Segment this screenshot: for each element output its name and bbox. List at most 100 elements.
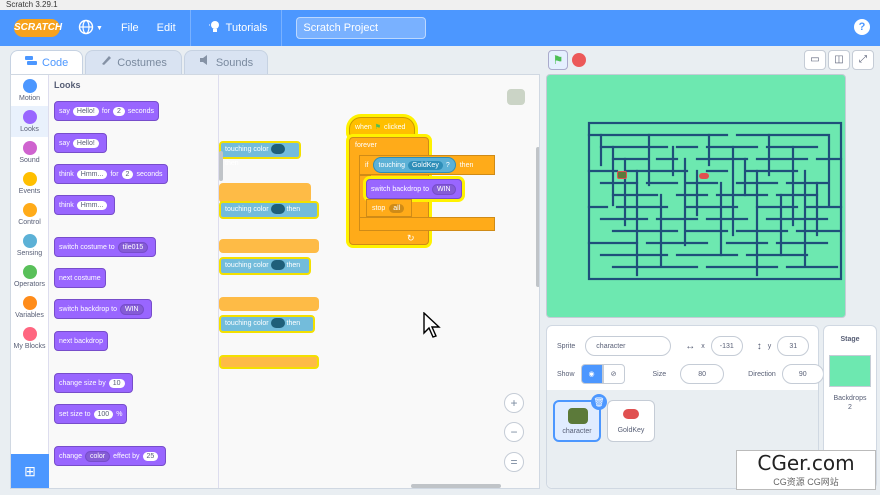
operators-dot-icon	[22, 265, 37, 279]
color-swatch[interactable]	[270, 260, 285, 271]
touching-block[interactable]: touching GoldKey ?	[372, 157, 456, 173]
code-icon	[25, 51, 37, 75]
next-costume-block[interactable]: next costume	[54, 268, 106, 288]
think-block[interactable]: think Hmm...	[54, 195, 116, 215]
delete-sprite-button[interactable]: 🗑	[591, 394, 607, 410]
zoom-reset-button[interactable]: =	[504, 452, 524, 472]
think-for-block[interactable]: think Hmm... for 2 seconds	[54, 164, 168, 184]
next-backdrop-block[interactable]: next backdrop	[54, 331, 108, 351]
block-input[interactable]: 10	[108, 378, 125, 388]
ghost-block[interactable]	[219, 355, 319, 369]
stage-canvas[interactable]	[546, 74, 846, 318]
switch-costume-block[interactable]: switch costume to tile015	[54, 237, 157, 257]
block-input[interactable]: 25	[142, 451, 159, 461]
size-input[interactable]: 80	[680, 364, 725, 384]
ghost-block[interactable]	[219, 183, 311, 203]
stage-header: ⚑ ▭ ◫ ⤢	[546, 48, 880, 72]
switch-backdrop-block[interactable]: switch backdrop to WIN	[54, 299, 152, 319]
green-flag-button[interactable]: ⚑	[548, 50, 568, 70]
category-sound[interactable]: Sound	[11, 137, 48, 168]
switch-backdrop-block[interactable]: switch backdrop to WIN	[366, 179, 462, 199]
fullscreen-button[interactable]: ⤢	[852, 50, 874, 70]
zoom-out-icon: −	[510, 425, 518, 439]
file-menu[interactable]: File	[121, 22, 139, 34]
large-stage-button[interactable]: ◫	[828, 50, 850, 70]
zoom-out-button[interactable]: −	[504, 422, 524, 442]
effect-dropdown[interactable]: color	[84, 450, 111, 462]
block-text: then	[286, 320, 301, 327]
block-text: next backdrop	[59, 337, 103, 345]
small-stage-button[interactable]: ▭	[804, 50, 826, 70]
category-label: Control	[18, 219, 41, 226]
palette-scrollbar[interactable]	[219, 151, 223, 181]
category-motion[interactable]: Motion	[11, 75, 48, 106]
edit-menu[interactable]: Edit	[157, 22, 176, 34]
category-operators[interactable]: Operators	[11, 261, 48, 292]
tutorials-label: Tutorials	[225, 22, 268, 34]
sprite-thumb-character[interactable]: character 🗑	[553, 394, 607, 442]
category-variables[interactable]: Variables	[11, 292, 48, 323]
block-input[interactable]: Hmm...	[76, 200, 108, 210]
block-input[interactable]: Hmm...	[76, 169, 108, 179]
costume-dropdown[interactable]: tile015	[117, 241, 149, 253]
category-sensing[interactable]: Sensing	[11, 230, 48, 261]
zoom-in-button[interactable]: +	[504, 393, 524, 413]
sprite-thumb-goldkey[interactable]: GoldKey	[607, 400, 655, 442]
set-size-block[interactable]: set size to 100 %	[54, 404, 128, 424]
tab-sounds-label: Sounds	[215, 56, 254, 69]
scratch-logo[interactable]: SCRATCH	[14, 19, 62, 37]
stop-dropdown[interactable]: all	[389, 203, 405, 213]
block-input[interactable]: Hello!	[72, 138, 99, 148]
touching-dropdown[interactable]: GoldKey	[407, 160, 443, 170]
block-text: set size to	[59, 410, 91, 418]
mouse-cursor-icon	[423, 311, 441, 341]
category-events[interactable]: Events	[11, 168, 48, 199]
block-text: next costume	[59, 274, 101, 282]
stop-block[interactable]: stop all	[366, 199, 412, 217]
ghost-block[interactable]: touching color then	[219, 315, 315, 333]
category-my-blocks[interactable]: My Blocks	[11, 323, 48, 354]
y-input[interactable]: 31	[777, 336, 810, 356]
tab-sounds[interactable]: Sounds	[183, 50, 269, 74]
category-looks[interactable]: Looks	[11, 106, 48, 137]
workspace-horizontal-scrollbar[interactable]	[411, 484, 501, 488]
tab-costumes[interactable]: Costumes	[85, 50, 182, 74]
ghost-block[interactable]	[219, 239, 319, 253]
ghost-block[interactable]: touching color then	[219, 201, 319, 219]
block-input[interactable]: 100	[93, 409, 114, 419]
ghost-block[interactable]: touching color then	[219, 257, 311, 275]
color-swatch[interactable]	[270, 318, 285, 329]
show-hidden-button[interactable]: ⊘	[602, 364, 625, 384]
if-block[interactable]: if touching GoldKey ? then	[359, 155, 495, 175]
tutorials-button[interactable]: Tutorials	[208, 20, 268, 37]
block-input[interactable]: 2	[121, 169, 134, 179]
ghost-block[interactable]: touching color then	[219, 141, 301, 167]
say-block[interactable]: say Hello!	[54, 133, 107, 153]
x-input[interactable]: -131	[710, 336, 743, 356]
backdrop-dropdown[interactable]: WIN	[119, 303, 144, 315]
add-extension-button[interactable]: ⊞	[11, 454, 49, 488]
workspace-vertical-scrollbar[interactable]	[536, 147, 539, 287]
block-input[interactable]: 2	[112, 106, 125, 116]
category-control[interactable]: Control	[11, 199, 48, 230]
show-visible-button[interactable]: ◉	[580, 364, 603, 384]
project-title-input[interactable]: Scratch Project	[296, 17, 427, 39]
sprite-name-input[interactable]: character	[585, 336, 672, 356]
language-button[interactable]: ▼	[78, 19, 103, 38]
change-effect-block[interactable]: change color effect by 25	[54, 446, 167, 466]
change-size-block[interactable]: change size by 10	[54, 373, 133, 393]
when-flag-clicked-block[interactable]: when ⚑ clicked	[349, 117, 415, 137]
code-workspace[interactable]: Motion Looks Sound Events Control Sensin…	[10, 74, 540, 489]
ghost-block[interactable]	[219, 297, 319, 311]
color-swatch[interactable]	[270, 144, 285, 155]
tab-code[interactable]: Code	[10, 50, 84, 75]
sprite-name-row: Sprite character ↔ x -131 ↕ y 31	[557, 336, 810, 356]
stop-button[interactable]	[572, 53, 586, 67]
direction-input[interactable]: 90	[781, 364, 824, 384]
block-text: say	[59, 107, 70, 115]
color-swatch[interactable]	[270, 204, 285, 215]
block-input[interactable]: Hello!	[72, 106, 99, 116]
backdrop-dropdown[interactable]: WIN	[431, 183, 456, 195]
say-for-block[interactable]: say Hello! for 2 seconds	[54, 101, 159, 121]
help-icon[interactable]: ?	[854, 19, 870, 35]
